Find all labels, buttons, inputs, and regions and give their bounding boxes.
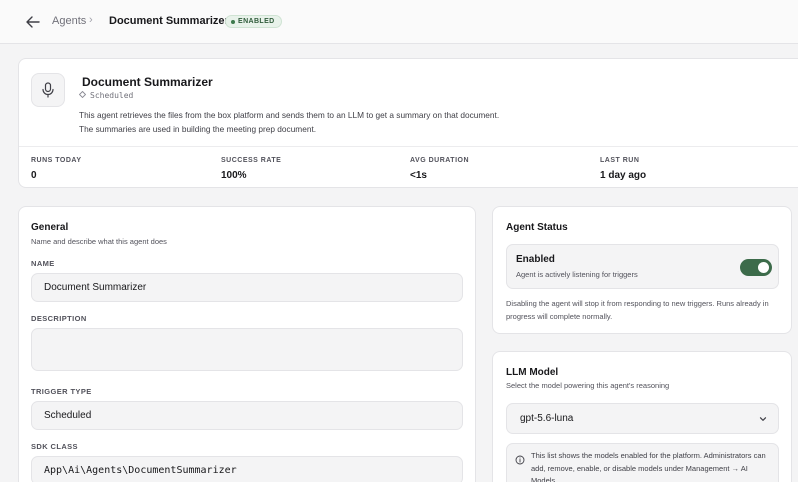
agent-title: Document Summarizer [82,75,213,89]
stat-value: <1s [410,170,427,181]
llm-title: LLM Model [506,367,559,378]
enabled-toggle[interactable] [740,259,772,276]
agent-status-title: Agent Status [506,222,568,233]
status-badge: ENABLED [225,15,282,28]
breadcrumb-current: Document Summarizer [109,15,229,27]
stat-label: SUCCESS RATE [221,157,282,164]
general-subtitle: Name and describe what this agent does [31,237,167,246]
stat-success-rate: SUCCESS RATE 100% [221,157,281,181]
llm-subtitle: Select the model powering this agent's r… [506,381,670,390]
description-input[interactable] [31,328,463,371]
trigger-type-label: TRIGGER TYPE [31,387,92,396]
general-title: General [31,222,69,233]
llm-model-card: LLM Model Select the model powering this… [492,351,792,482]
general-card: General Name and describe what this agen… [18,206,476,482]
top-bar: Agents › Document Summarizer ENABLED [0,0,798,44]
trigger-type-field[interactable]: Scheduled [31,401,463,430]
toggle-knob [758,262,769,273]
agent-overview-card: Document Summarizer Scheduled This agent… [18,58,798,188]
stat-label: RUNS TODAY [31,157,82,164]
description-label: DESCRIPTION [31,314,87,323]
agent-description-line: This agent retrieves the files from the … [79,110,500,120]
info-circle-icon [515,452,525,465]
stat-label: AVG DURATION [410,157,470,164]
agent-state-subtitle: Agent is actively listening for triggers [516,270,638,279]
stat-value: 100% [221,170,247,181]
agent-description: This agent retrieves the files from the … [79,108,579,136]
stat-value: 0 [31,170,37,181]
status-dot-icon [231,19,235,24]
agent-trigger: Scheduled [78,90,134,100]
divider [19,146,798,147]
stat-avg-duration: AVG DURATION <1s [410,157,469,181]
stat-label: LAST RUN [600,157,640,164]
agent-state-title: Enabled [516,254,555,265]
agent-trigger-label: Scheduled [90,91,134,100]
sdk-class-field[interactable]: App\Ai\Agents\DocumentSummarizer [31,456,463,482]
diamond-icon [78,90,87,100]
name-label: NAME [31,259,55,268]
name-input[interactable]: Document Summarizer [31,273,463,302]
agent-status-note: Disabling the agent will stop it from re… [506,299,769,321]
stat-value: 1 day ago [600,170,647,181]
model-info-box: This list shows the models enabled for t… [506,443,779,482]
stat-runs-today: RUNS TODAY 0 [31,157,82,181]
microphone-icon [31,73,65,107]
model-info-text: This list shows the models enabled for t… [531,451,766,482]
agent-status-card: Agent Status Enabled Agent is actively l… [492,206,792,334]
model-select-value: gpt-5.6-luna [520,413,574,424]
model-select[interactable]: gpt-5.6-luna [506,403,779,434]
agent-status-box: Enabled Agent is actively listening for … [506,244,779,289]
chevron-down-icon [758,414,768,424]
arrow-left-icon[interactable] [24,13,42,31]
agent-description-line: The summaries are used in building the m… [79,124,317,134]
breadcrumb-separator: › [89,14,93,26]
status-badge-label: ENABLED [238,18,275,25]
breadcrumb-agents[interactable]: Agents [52,15,86,27]
stat-last-run: LAST RUN 1 day ago [600,157,646,181]
sdk-class-label: SDK CLASS [31,442,78,451]
